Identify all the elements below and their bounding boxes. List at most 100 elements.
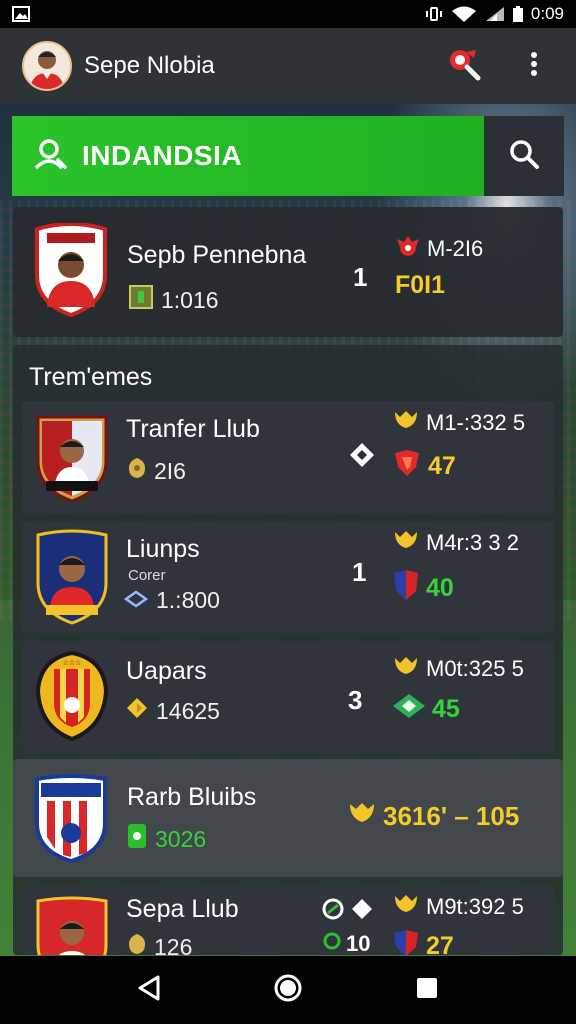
club-stat: 126 [128, 933, 192, 955]
app-title: Sepe Nlobia [84, 52, 215, 79]
club-crest [34, 895, 110, 955]
wifi-icon [451, 6, 477, 22]
trophy-icon [392, 655, 420, 683]
ball-icon [348, 441, 376, 474]
match-points: 40 [392, 569, 454, 608]
club-stat-value: 126 [154, 933, 193, 956]
match-score: M-2I6 [395, 235, 483, 263]
shield-icon [392, 569, 420, 608]
club-rank-value: 10 [346, 931, 371, 955]
club-name: Liunps [126, 535, 200, 563]
search-button[interactable] [484, 116, 564, 196]
club-name: Uapars [126, 657, 207, 685]
recents-button[interactable] [407, 970, 447, 1010]
match-score-value: M4r:3 3 2 [426, 530, 519, 555]
match-points: 45 [392, 693, 460, 726]
match-score-value: M-2I6 [427, 236, 484, 261]
list-item-selected[interactable]: Rarb Bluibs 3026 3616' – 105 [13, 759, 563, 877]
trophy-icon [392, 409, 420, 437]
match-score-value: M1-:332 5 [426, 410, 526, 435]
user-search-icon [32, 136, 68, 177]
shield-icon [392, 929, 420, 955]
club-stat: 2I6 [128, 457, 186, 485]
more-vert-icon [530, 51, 538, 82]
battery-icon [512, 6, 523, 22]
diamond-icon [126, 697, 148, 725]
trophy-icon [347, 801, 377, 832]
club-stat: 3026 [127, 823, 206, 855]
match-points: F0I1 [395, 271, 446, 299]
list-item[interactable]: ☆☆☆ Uapars 14625 3 M0t:325 5 45 [22, 641, 554, 753]
avatar[interactable] [22, 41, 72, 91]
back-icon [136, 974, 162, 1007]
club-stat-value: 1.:800 [156, 587, 220, 613]
club-stat: 14625 [126, 697, 220, 725]
club-stat-value: 1:016 [161, 286, 219, 313]
club-stat-value: 2I6 [154, 457, 186, 484]
emblem-icon [392, 693, 426, 726]
match-score-value: M9t:392 5 [426, 894, 524, 919]
club-stat: 1:016 [129, 285, 219, 315]
club-crest [34, 411, 110, 508]
clubs-list-panel: Trem'emes Tranfer Llub 2I6 M1-:332 5 47 … [13, 345, 563, 955]
medal-icon [128, 933, 146, 955]
status-bar: 0:09 [0, 0, 576, 28]
list-item[interactable]: Liunps Corer 1.:800 1 M4r:3 3 2 40 [22, 521, 554, 633]
club-stat-value: 14625 [156, 697, 220, 724]
match-points: 47 [392, 449, 456, 484]
search-icon [508, 138, 540, 175]
club-rank: 3 [348, 685, 363, 715]
search-banner: INDANDSIA [12, 116, 564, 196]
signal-icon [485, 6, 505, 22]
pitch-icon [129, 285, 153, 315]
country-filter-label: INDANDSIA [82, 140, 243, 171]
match-score: M9t:392 5 [392, 893, 524, 921]
club-crest [33, 773, 109, 868]
match-score: M0t:325 5 [392, 655, 524, 683]
match-score-value: M0t:325 5 [426, 656, 524, 681]
club-crest [33, 222, 109, 322]
fire-icon [395, 235, 421, 263]
club-name: Rarb Bluibs [127, 783, 257, 811]
list-item[interactable]: Sepa Llub 126 10 M9t:392 5 27 [22, 885, 554, 955]
club-name: Sepa Llub [126, 895, 239, 923]
club-name: Sepb Pennebna [127, 241, 307, 269]
search-tag-icon [446, 46, 482, 87]
match-points-value: 40 [426, 574, 454, 602]
vibrate-icon [425, 6, 443, 22]
status-time: 0:09 [530, 4, 564, 23]
more-options-button[interactable] [514, 46, 554, 86]
back-button[interactable] [129, 970, 169, 1010]
club-note: Corer [128, 567, 166, 584]
featured-club-card[interactable]: Sepb Pennebna 1:016 1 M-2I6 F0I1 [13, 207, 563, 337]
app-header: Sepe Nlobia [0, 28, 576, 104]
club-rank: 1 [353, 262, 368, 292]
match-points: 27 [392, 929, 454, 955]
club-stat: 1.:800 [123, 587, 220, 614]
medal-icon [128, 457, 146, 485]
country-filter[interactable]: INDANDSIA [12, 116, 484, 196]
photo-icon [12, 6, 30, 22]
club-rank: 10 [322, 931, 370, 955]
home-icon [273, 973, 303, 1008]
shield-icon [392, 449, 422, 484]
club-rank: 1 [352, 557, 367, 587]
ball-icon [322, 897, 374, 926]
match-points-value: 47 [428, 452, 456, 480]
club-stat-value: 3026 [155, 825, 207, 852]
recents-icon [415, 976, 439, 1005]
match-points-value: 27 [426, 932, 454, 955]
svg-text:☆☆☆: ☆☆☆ [63, 659, 82, 667]
club-crest: ☆☆☆ [34, 650, 110, 746]
trophy-icon [392, 893, 420, 921]
list-item[interactable]: Tranfer Llub 2I6 M1-:332 5 47 [22, 401, 554, 513]
aggregate-score: 3616' – 105 [347, 801, 519, 832]
club-crest [34, 529, 110, 630]
aggregate-score-value: 3616' – 105 [383, 801, 520, 831]
system-nav-bar [0, 956, 576, 1024]
match-score: M1-:332 5 [392, 409, 525, 437]
chevron-icon [123, 587, 149, 614]
home-button[interactable] [268, 970, 308, 1010]
match-points-value: 45 [432, 695, 460, 723]
search-tag-button[interactable] [444, 46, 484, 86]
